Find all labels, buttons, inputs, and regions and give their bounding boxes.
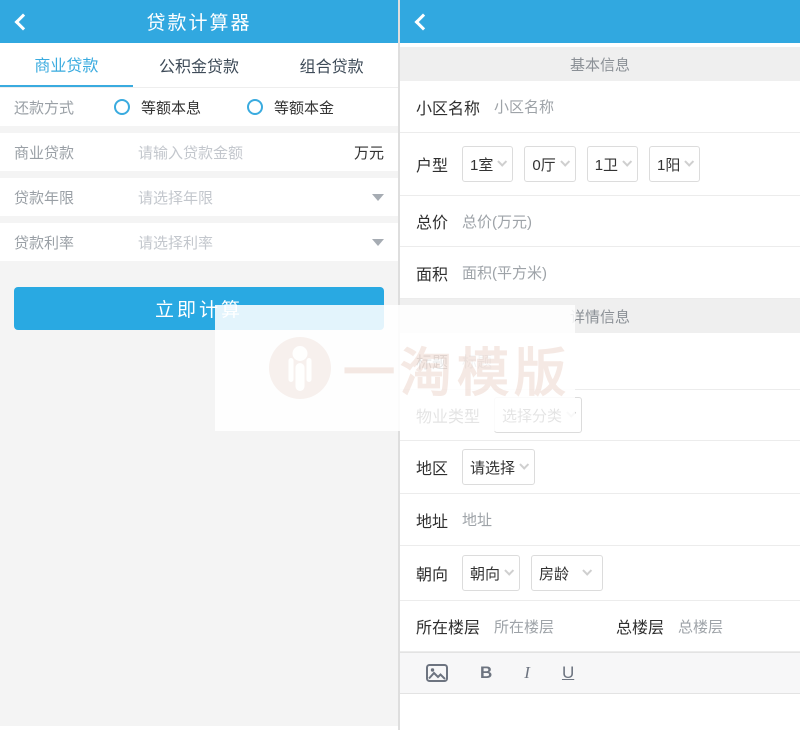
radio-equal-principal[interactable]: 等额本金 bbox=[247, 97, 334, 118]
region-select[interactable]: 请选择 bbox=[462, 449, 535, 485]
underline-button[interactable]: U bbox=[562, 663, 574, 683]
orientation-label: 朝向 bbox=[416, 561, 448, 585]
title-label: 标题 bbox=[416, 349, 448, 373]
loan-years-label: 贷款年限 bbox=[14, 187, 114, 208]
italic-button[interactable]: I bbox=[524, 663, 530, 683]
section-basic-info: 基本信息 bbox=[400, 47, 800, 81]
editor-toolbar: B I U bbox=[400, 652, 800, 694]
loan-years-select[interactable]: 请选择年限 bbox=[138, 187, 213, 208]
back-button[interactable] bbox=[14, 0, 44, 43]
loan-years-row[interactable]: 贷款年限 请选择年限 bbox=[0, 178, 398, 216]
community-name-row: 小区名称 小区名称 bbox=[400, 81, 800, 133]
floor-row: 所在楼层 所在楼层 总楼层 总楼层 bbox=[400, 601, 800, 652]
loan-rate-label: 贷款利率 bbox=[14, 232, 114, 253]
region-label: 地区 bbox=[416, 455, 448, 479]
address-row: 地址 地址 bbox=[400, 494, 800, 546]
radio-equal-principal-label: 等额本金 bbox=[274, 97, 334, 118]
calculate-button[interactable]: 立即计算 bbox=[14, 287, 384, 330]
tab-combined-loan[interactable]: 组合贷款 bbox=[265, 43, 398, 87]
total-price-input[interactable]: 总价(万元) bbox=[462, 211, 532, 232]
chevron-down-icon bbox=[504, 565, 514, 575]
page-title: 贷款计算器 bbox=[146, 8, 251, 35]
title-input[interactable]: 标题 bbox=[462, 351, 492, 372]
halls-select[interactable]: 0厅 bbox=[524, 146, 575, 182]
area-row: 面积 面积(平方米) bbox=[400, 247, 800, 299]
radio-equal-installment-label: 等额本息 bbox=[141, 97, 201, 118]
back-chevron-icon bbox=[15, 13, 32, 30]
chevron-down-icon bbox=[622, 156, 632, 166]
total-price-row: 总价 总价(万元) bbox=[400, 196, 800, 247]
back-chevron-icon bbox=[415, 13, 432, 30]
rooms-select[interactable]: 1室 bbox=[462, 146, 513, 182]
left-appbar: 贷款计算器 bbox=[0, 0, 398, 43]
current-floor-input[interactable]: 所在楼层 bbox=[494, 616, 554, 637]
chevron-down-icon bbox=[685, 156, 695, 166]
region-row: 地区 请选择 bbox=[400, 441, 800, 494]
region-select-value: 请选择 bbox=[470, 457, 515, 478]
left-bottom-area: 立即计算 bbox=[0, 268, 398, 726]
area-input[interactable]: 面积(平方米) bbox=[462, 262, 547, 283]
halls-select-value: 0厅 bbox=[532, 154, 555, 175]
loan-amount-label: 商业贷款 bbox=[14, 142, 114, 163]
balconies-select-value: 1阳 bbox=[657, 154, 680, 175]
tab-commercial-loan[interactable]: 商业贷款 bbox=[0, 43, 133, 87]
chevron-down-icon bbox=[498, 156, 508, 166]
baths-select-value: 1卫 bbox=[595, 154, 618, 175]
property-type-select[interactable]: 选择分类 bbox=[494, 397, 582, 433]
property-type-select-value: 选择分类 bbox=[502, 405, 562, 426]
house-age-select-value: 房龄 bbox=[539, 563, 569, 584]
loan-tabs: 商业贷款 公积金贷款 组合贷款 bbox=[0, 43, 398, 88]
image-icon bbox=[426, 664, 448, 682]
address-input[interactable]: 地址 bbox=[462, 509, 492, 530]
house-age-select[interactable]: 房龄 bbox=[531, 555, 603, 591]
property-type-label: 物业类型 bbox=[416, 403, 480, 427]
area-label: 面积 bbox=[416, 261, 448, 285]
screenshot-stage: 贷款计算器 商业贷款 公积金贷款 组合贷款 还款方式 等额本息 等额本金 商业贷… bbox=[0, 0, 800, 730]
property-form-screen: 基本信息 小区名称 小区名称 户型 1室 0厅 1卫 1阳 bbox=[400, 0, 800, 730]
unit-layout-row: 户型 1室 0厅 1卫 1阳 bbox=[400, 133, 800, 196]
left-footer-strip bbox=[0, 726, 398, 730]
back-button[interactable] bbox=[414, 0, 444, 43]
community-name-label: 小区名称 bbox=[416, 95, 480, 119]
chevron-down-icon bbox=[566, 407, 576, 417]
loan-amount-input[interactable]: 请输入贷款金额 bbox=[138, 142, 243, 163]
total-price-label: 总价 bbox=[416, 209, 448, 233]
loan-calculator-screen: 贷款计算器 商业贷款 公积金贷款 组合贷款 还款方式 等额本息 等额本金 商业贷… bbox=[0, 0, 398, 730]
orientation-row: 朝向 朝向 房龄 bbox=[400, 546, 800, 601]
repayment-method-row: 还款方式 等额本息 等额本金 bbox=[0, 88, 398, 126]
property-type-row: 物业类型 选择分类 bbox=[400, 390, 800, 441]
chevron-down-icon bbox=[519, 459, 529, 469]
baths-select[interactable]: 1卫 bbox=[587, 146, 638, 182]
radio-icon bbox=[247, 99, 263, 115]
bold-button[interactable]: B bbox=[480, 663, 492, 683]
total-floor-label: 总楼层 bbox=[616, 614, 664, 638]
orientation-select[interactable]: 朝向 bbox=[462, 555, 520, 591]
community-name-input[interactable]: 小区名称 bbox=[494, 96, 554, 117]
section-detail-info: 详情信息 bbox=[400, 299, 800, 333]
current-floor-label: 所在楼层 bbox=[416, 614, 480, 638]
radio-icon bbox=[114, 99, 130, 115]
unit-layout-label: 户型 bbox=[416, 152, 448, 176]
chevron-down-icon bbox=[560, 156, 570, 166]
total-floor-input[interactable]: 总楼层 bbox=[678, 616, 723, 637]
chevron-down-icon bbox=[372, 239, 384, 246]
chevron-down-icon bbox=[372, 194, 384, 201]
repayment-method-label: 还款方式 bbox=[14, 97, 114, 118]
right-appbar bbox=[400, 0, 800, 43]
rooms-select-value: 1室 bbox=[470, 154, 493, 175]
radio-equal-installment[interactable]: 等额本息 bbox=[114, 97, 201, 118]
tab-fund-loan[interactable]: 公积金贷款 bbox=[133, 43, 266, 87]
loan-rate-select[interactable]: 请选择利率 bbox=[138, 232, 213, 253]
orientation-select-value: 朝向 bbox=[470, 563, 500, 584]
balconies-select[interactable]: 1阳 bbox=[649, 146, 700, 182]
loan-amount-unit: 万元 bbox=[354, 142, 384, 163]
loan-amount-row: 商业贷款 请输入贷款金额 万元 bbox=[0, 133, 398, 171]
chevron-down-icon bbox=[582, 565, 592, 575]
insert-image-button[interactable] bbox=[426, 664, 448, 682]
address-label: 地址 bbox=[416, 508, 448, 532]
loan-rate-row[interactable]: 贷款利率 请选择利率 bbox=[0, 223, 398, 261]
title-row: 标题 标题 bbox=[400, 333, 800, 390]
